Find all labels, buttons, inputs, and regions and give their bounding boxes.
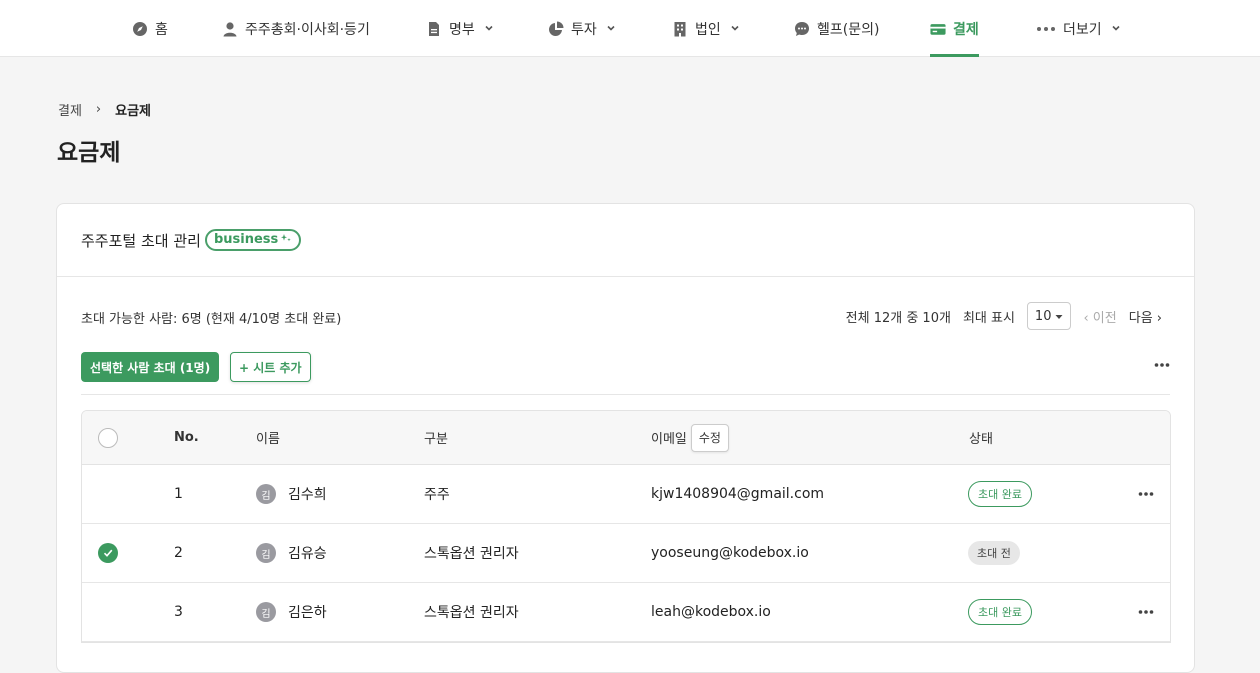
select-all-cell [98,411,118,464]
nav-label: 투자 [571,21,597,38]
nav-item-investment[interactable]: 투자 [548,0,616,57]
business-badge-label: business [213,232,279,247]
per-page-value: 10 [1034,308,1052,324]
row-name: 김수희 [288,487,327,503]
invite-management-card: 주주포털 초대 관리 business 초대 가능한 사람: 6명 (현재 4/… [56,203,1195,673]
row-category: 스톡옵션 권리자 [424,605,519,621]
chevron-down-icon [484,21,494,37]
caret-down-icon [1055,309,1063,324]
avatar: 김 [256,602,276,622]
header-no: No. [174,430,199,445]
status-badge: 초대 완료 [968,481,1032,507]
nav-item-registry[interactable]: 명부 [426,0,494,57]
row-no: 1 [174,486,183,502]
row-email: kjw1408904@gmail.com [651,486,825,502]
chat-bubble-icon [794,21,810,37]
row-email: leah@kodebox.io [651,604,771,620]
nav-item-help[interactable]: 헬프(문의) [794,0,879,57]
building-icon [672,21,688,37]
prev-page-button[interactable]: ‹ 이전 [1083,307,1116,326]
document-icon [426,21,442,37]
person-icon [222,21,238,37]
nav-item-more[interactable]: 더보기 [1036,0,1121,57]
more-options-icon[interactable] [1154,357,1170,372]
row-more-icon[interactable] [1138,583,1154,641]
more-dots-icon [1036,21,1056,37]
chevron-down-icon [730,21,740,37]
check-icon[interactable] [98,543,118,563]
table-row[interactable]: 2 김 김유승 스톡옵션 권리자 yooseung@kodebox.io 초대 … [82,524,1170,583]
card-header: 주주포털 초대 관리 business [57,204,1194,277]
breadcrumb: 결제 › 요금제 [58,100,151,119]
row-no: 2 [174,545,183,561]
nav-label: 헬프(문의) [817,21,880,38]
row-status-cell: 초대 완료 [968,465,1032,523]
row-no: 3 [174,604,183,620]
nav-item-home[interactable]: 홈 [132,0,168,57]
nav-label: 법인 [695,21,721,38]
edit-email-button[interactable]: 수정 [690,423,729,452]
card-title: 주주포털 초대 관리 [81,231,201,250]
row-category: 주주 [424,487,450,503]
row-name-cell: 김 김수희 [256,465,327,523]
next-page-button[interactable]: 다음 › [1129,307,1162,326]
per-page-select[interactable]: 10 [1026,302,1072,330]
breadcrumb-separator: › [95,102,102,117]
chevron-down-icon [1111,21,1121,37]
nav-label: 주주총회·이사회·등기 [245,21,370,38]
divider [81,394,1170,395]
invite-capacity-text: 초대 가능한 사람: 6명 (현재 4/10명 초대 완료) [81,312,342,327]
add-seat-button[interactable]: + 시트 추가 [230,352,311,382]
row-status-cell: 초대 완료 [968,583,1032,641]
header-category: 구분 [424,432,448,447]
avatar: 김 [256,543,276,563]
nav-item-corporation[interactable]: 법인 [672,0,740,57]
nav-label: 더보기 [1063,21,1102,38]
row-select-cell[interactable] [98,524,118,582]
row-status-cell: 초대 전 [968,524,1020,582]
select-all-checkbox[interactable] [98,427,118,448]
chevron-down-icon [606,21,616,37]
nav-label: 결제 [953,21,979,38]
status-badge: 초대 완료 [968,599,1032,625]
row-name-cell: 김 김은하 [256,583,327,641]
business-badge: business [204,229,302,251]
header-status: 상태 [969,432,993,447]
nav-label: 명부 [449,21,475,38]
table-header: No. 이름 구분 이메일 수정 상태 [82,411,1170,465]
nav-label: 홈 [155,21,168,38]
invite-selected-button[interactable]: 선택한 사람 초대 (1명) [81,352,220,382]
avatar: 김 [256,484,276,504]
row-category: 스톡옵션 권리자 [424,546,519,562]
pagination: 전체 12개 중 10개 최대 표시 10 ‹ 이전 다음 › [846,302,1162,330]
header-email-cell: 이메일 수정 [651,411,729,464]
row-email: yooseung@kodebox.io [651,545,809,561]
top-navigation: 홈 주주총회·이사회·등기 명부 투자 법인 헬프(문의) 결제 더보기 [0,0,1260,57]
per-page-label: 최대 표시 [962,310,1015,326]
row-more-icon[interactable] [1138,465,1154,523]
status-badge: 초대 전 [968,541,1020,565]
pie-chart-icon [548,21,564,37]
nav-item-meetings[interactable]: 주주총회·이사회·등기 [222,0,370,57]
compass-icon [132,21,148,37]
row-name: 김은하 [288,605,327,621]
credit-card-icon [930,21,946,37]
page-title: 요금제 [57,140,121,166]
invite-table: No. 이름 구분 이메일 수정 상태 1 김 김수희 주주 kjw140890… [81,410,1171,643]
nav-item-payment[interactable]: 결제 [930,0,979,57]
pagination-summary: 전체 12개 중 10개 [845,310,951,326]
row-name: 김유승 [288,546,327,562]
table-row[interactable]: 1 김 김수희 주주 kjw1408904@gmail.com 초대 완료 [82,465,1170,524]
row-name-cell: 김 김유승 [256,524,327,582]
header-email: 이메일 [651,432,687,447]
breadcrumb-parent[interactable]: 결제 [58,100,82,119]
header-name: 이름 [256,432,280,447]
table-row[interactable]: 3 김 김은하 스톡옵션 권리자 leah@kodebox.io 초대 완료 [82,583,1170,642]
breadcrumb-current: 요금제 [115,104,152,119]
sparkle-icon [280,232,292,248]
